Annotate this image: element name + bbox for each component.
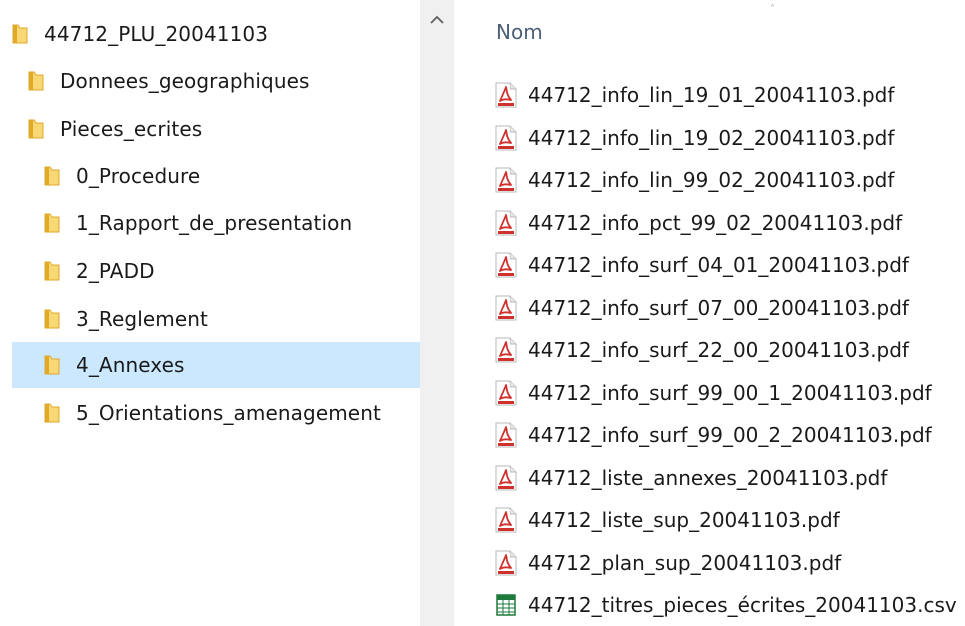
tree-item-5-orientations-amenagement[interactable]: 5_Orientations_amenagement — [44, 390, 420, 436]
file-row[interactable]: 44712_info_lin_19_02_20041103.pdf — [494, 118, 965, 158]
tree-item-label: 44712_PLU_20041103 — [44, 22, 269, 46]
tree-item-0-procedure[interactable]: 0_Procedure — [44, 153, 420, 199]
folder-icon — [28, 118, 44, 140]
chevron-up-icon — [430, 15, 444, 24]
folder-icon — [12, 23, 28, 45]
folder-icon — [44, 402, 60, 424]
tree-item-root[interactable]: 44712_PLU_20041103 — [12, 11, 420, 57]
file-row[interactable]: 44712_info_pct_99_02_20041103.pdf — [494, 203, 965, 243]
file-row[interactable]: 44712_plan_sup_20041103.pdf — [494, 543, 965, 583]
nav-scrollbar[interactable] — [420, 0, 454, 626]
pdf-file-icon — [494, 507, 518, 533]
file-row[interactable]: 44712_info_surf_07_00_20041103.pdf — [494, 288, 965, 328]
file-name: 44712_info_lin_19_01_20041103.pdf — [528, 83, 895, 107]
pdf-file-icon — [494, 125, 518, 151]
navigation-pane: 44712_PLU_20041103 Donnees_geographiques… — [0, 0, 420, 626]
file-name: 44712_info_lin_99_02_20041103.pdf — [528, 168, 895, 192]
pdf-file-icon — [494, 380, 518, 406]
file-name: 44712_info_surf_99_00_2_20041103.pdf — [528, 423, 932, 447]
file-name: 44712_info_surf_04_01_20041103.pdf — [528, 253, 909, 277]
tree-item-label: 0_Procedure — [76, 164, 201, 188]
file-name: 44712_info_surf_99_00_1_20041103.pdf — [528, 380, 932, 405]
pdf-file-icon — [494, 210, 518, 236]
pdf-file-icon — [494, 550, 518, 576]
tree-item-label: 3_Reglement — [76, 307, 208, 331]
pdf-file-icon — [494, 337, 518, 363]
folder-icon — [44, 165, 60, 187]
tree-item-label: 4_Annexes — [76, 353, 185, 377]
file-name: 44712_info_surf_22_00_20041103.pdf — [528, 338, 909, 362]
pdf-file-icon — [494, 167, 518, 193]
file-name: 44712_info_pct_99_02_20041103.pdf — [528, 210, 903, 235]
tree-item-3-reglement[interactable]: 3_Reglement — [44, 296, 420, 342]
file-name: 44712_titres_pieces_écrites_20041103.csv — [528, 593, 957, 617]
file-row[interactable]: 44712_titres_pieces_écrites_20041103.csv — [494, 585, 965, 625]
pdf-file-icon — [494, 465, 518, 491]
tree-item-label: Donnees_geographiques — [60, 69, 310, 93]
file-name: 44712_info_lin_19_02_20041103.pdf — [528, 125, 895, 150]
pdf-file-icon — [494, 422, 518, 448]
file-explorer-window: 44712_PLU_20041103 Donnees_geographiques… — [0, 0, 965, 626]
tree-item-donnees-geographiques[interactable]: Donnees_geographiques — [28, 58, 420, 104]
file-row[interactable]: 44712_info_surf_99_00_2_20041103.pdf — [494, 415, 965, 455]
file-row[interactable]: 44712_info_lin_19_01_20041103.pdf — [494, 75, 965, 115]
pdf-file-icon — [494, 82, 518, 108]
tree-item-1-rapport-de-presentation[interactable]: 1_Rapport_de_presentation — [44, 200, 420, 246]
folder-icon — [44, 308, 60, 330]
file-name: 44712_plan_sup_20041103.pdf — [528, 550, 842, 575]
file-row[interactable]: 44712_info_surf_99_00_1_20041103.pdf — [494, 373, 965, 413]
tree-item-4-annexes[interactable]: 4_Annexes — [12, 342, 420, 388]
tree-item-2-padd[interactable]: 2_PADD — [44, 248, 420, 294]
column-header-name[interactable]: Nom — [496, 20, 543, 44]
file-row[interactable]: 44712_liste_annexes_20041103.pdf — [494, 458, 965, 498]
file-row[interactable]: 44712_liste_sup_20041103.pdf — [494, 500, 965, 540]
folder-icon — [44, 354, 60, 376]
file-row[interactable]: 44712_info_surf_04_01_20041103.pdf — [494, 245, 965, 285]
sort-indicator-icon: ˄ — [770, 4, 775, 15]
file-name: 44712_info_surf_07_00_20041103.pdf — [528, 295, 909, 320]
content-pane: ˄ Nom 44712_info_lin_19_01_20041103.pdf 4… — [454, 0, 965, 626]
file-name: 44712_liste_annexes_20041103.pdf — [528, 465, 888, 490]
tree-item-label: Pieces_ecrites — [60, 117, 203, 141]
tree-item-pieces-ecrites[interactable]: Pieces_ecrites — [28, 106, 420, 152]
tree-item-label: 5_Orientations_amenagement — [76, 401, 381, 425]
tree-item-label: 2_PADD — [76, 259, 155, 283]
file-row[interactable]: 44712_info_surf_22_00_20041103.pdf — [494, 330, 965, 370]
folder-icon — [28, 70, 44, 92]
folder-icon — [44, 260, 60, 282]
file-name: 44712_liste_sup_20041103.pdf — [528, 508, 840, 532]
folder-icon — [44, 212, 60, 234]
pdf-file-icon — [494, 252, 518, 278]
file-row[interactable]: 44712_info_lin_99_02_20041103.pdf — [494, 160, 965, 200]
tree-item-label: 1_Rapport_de_presentation — [76, 211, 353, 235]
csv-file-icon — [494, 592, 518, 618]
scroll-up-button[interactable] — [420, 0, 454, 40]
pdf-file-icon — [494, 295, 518, 321]
